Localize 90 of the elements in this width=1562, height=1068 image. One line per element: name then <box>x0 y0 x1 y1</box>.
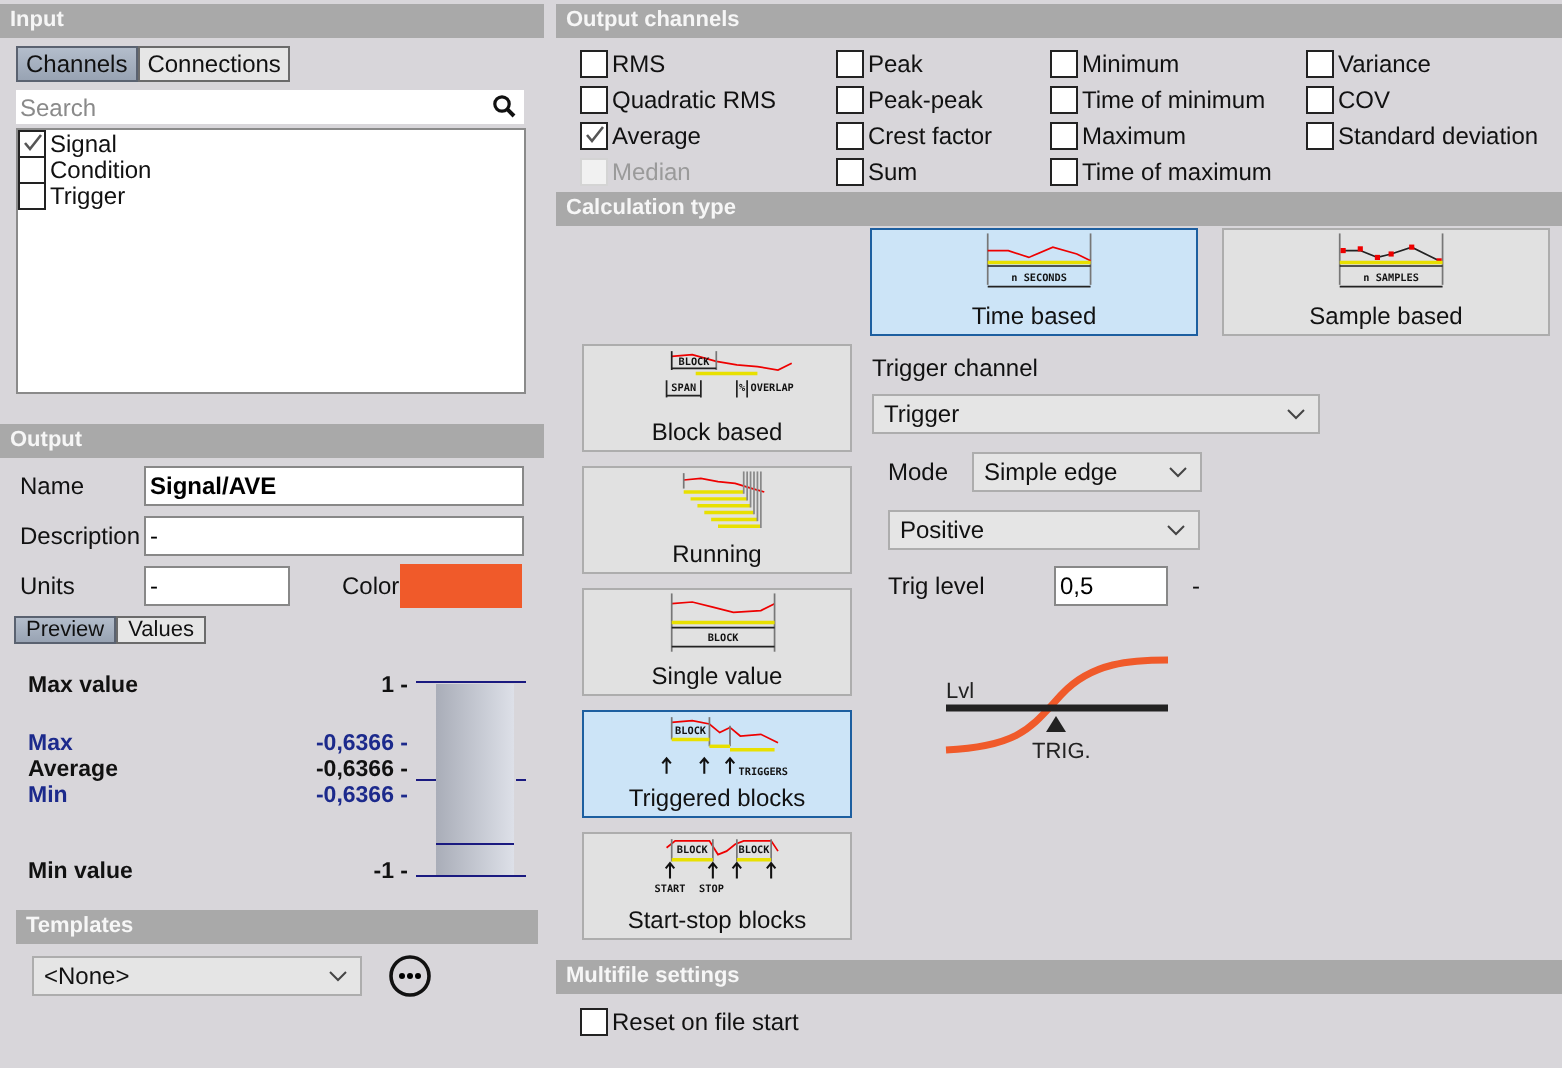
checkbox[interactable] <box>836 85 864 113</box>
stat-label: Max <box>28 731 73 757</box>
field-label: Trigger channel <box>872 354 1040 382</box>
checkbox[interactable] <box>1050 157 1078 185</box>
checkbox-label[interactable]: Standard deviation <box>1338 121 1539 149</box>
calculation-type-button[interactable]: Running <box>582 466 852 574</box>
checkbox-label[interactable]: Peak-peak <box>868 85 983 113</box>
running-diagram-drawing <box>681 470 765 529</box>
search-icon <box>492 94 516 118</box>
edge-dropdown[interactable]: Positive <box>888 510 1200 550</box>
checkbox[interactable] <box>1050 85 1078 113</box>
section-header: Output <box>0 424 544 458</box>
checkbox-label[interactable]: Variance <box>1338 49 1431 77</box>
checkbox-label[interactable]: RMS <box>612 49 666 77</box>
checkbox[interactable] <box>18 155 46 183</box>
channel-label[interactable]: Signal <box>50 129 117 157</box>
preview-label: Max value <box>28 674 138 700</box>
checkbox-label[interactable]: Peak <box>868 49 923 77</box>
checkbox[interactable] <box>18 129 46 157</box>
checkbox[interactable] <box>580 121 608 149</box>
section-header: Output channels <box>556 4 1562 38</box>
tab[interactable]: Channels <box>16 46 138 82</box>
trig-label: TRIG. <box>1032 740 1091 764</box>
checkbox-label[interactable]: Maximum <box>1082 121 1187 149</box>
checkbox[interactable] <box>1306 121 1334 149</box>
stat-label: Min <box>28 783 68 809</box>
chevron-down-icon <box>328 970 348 982</box>
field-label: Trig level <box>888 572 987 600</box>
checkbox[interactable] <box>1306 85 1334 113</box>
stat-reading: -0,6366 - <box>315 783 408 809</box>
trig-level-field[interactable]: 0,5 <box>1054 566 1168 606</box>
text-field[interactable]: Signal/AVE <box>144 466 524 506</box>
channel-label[interactable]: Trigger <box>50 181 126 209</box>
checkbox-label[interactable]: Time of minimum <box>1082 85 1266 113</box>
checkbox[interactable] <box>580 1007 608 1035</box>
preview-reading: 1 - <box>381 674 408 700</box>
template-dropdown[interactable]: <None> <box>32 956 362 996</box>
checkbox[interactable] <box>1050 121 1078 149</box>
checkbox-label[interactable]: COV <box>1338 85 1391 113</box>
stat-reading: -0,6366 - <box>315 731 408 757</box>
units-label: - <box>1192 572 1200 600</box>
checkbox-label[interactable]: Minimum <box>1082 49 1180 77</box>
section-header: Calculation type <box>556 192 1562 226</box>
window-diagram-drawing <box>986 232 1092 288</box>
color-swatch[interactable] <box>400 564 522 608</box>
checkbox-label[interactable]: Sum <box>868 157 918 185</box>
more-button[interactable] <box>388 954 432 998</box>
checkbox[interactable] <box>1306 49 1334 77</box>
start-stop-diagram-drawing <box>663 838 778 880</box>
checkbox[interactable] <box>580 85 608 113</box>
checkbox[interactable] <box>836 49 864 77</box>
checkbox[interactable] <box>580 49 608 77</box>
checkbox[interactable] <box>836 157 864 185</box>
checkbox[interactable] <box>18 181 46 209</box>
checkbox-label[interactable]: Crest factor <box>868 121 993 149</box>
tab[interactable]: Values <box>116 616 206 644</box>
tab[interactable]: Preview <box>14 616 117 644</box>
ellipsis-icon <box>388 954 432 998</box>
window-diagram-drawing <box>1338 232 1444 288</box>
field-label: Name <box>18 472 87 500</box>
text-field[interactable]: - <box>144 516 524 556</box>
checkbox-label[interactable]: Reset on file start <box>612 1007 799 1035</box>
checkbox-label[interactable]: Average <box>612 121 701 149</box>
checkbox-label[interactable]: Quadratic RMS <box>612 85 777 113</box>
channel-label[interactable]: Condition <box>50 155 152 183</box>
preview-reading: -1 - <box>373 860 408 886</box>
field-label: Description <box>18 522 143 550</box>
mode-dropdown[interactable]: Simple edge <box>972 452 1202 492</box>
checkbox[interactable] <box>1050 49 1078 77</box>
chevron-down-icon <box>1168 466 1188 478</box>
search-field[interactable]: Search <box>16 90 524 124</box>
section-header: Templates <box>16 910 538 944</box>
preview-label: Min value <box>28 860 133 886</box>
checkbox-label[interactable]: Time of maximum <box>1082 157 1272 185</box>
stat-label: Average <box>28 757 118 783</box>
tab[interactable]: Connections <box>137 46 291 82</box>
checkbox[interactable] <box>836 121 864 149</box>
block-diagram-drawing <box>664 350 792 399</box>
units-field[interactable]: - <box>144 566 290 606</box>
trigger-channel-dropdown[interactable]: Trigger <box>872 394 1320 434</box>
field-label: Mode <box>888 458 951 486</box>
section-header: Multifile settings <box>556 960 1562 994</box>
chevron-down-icon <box>1286 408 1306 420</box>
section-header: Input <box>0 4 544 38</box>
block-diagram-drawing <box>669 592 775 653</box>
field-label: Units <box>18 572 77 600</box>
level-label: Lvl <box>946 680 975 704</box>
chevron-down-icon <box>1166 524 1186 536</box>
stat-reading: -0,6366 - <box>315 757 408 783</box>
field-label: Color <box>342 572 400 600</box>
